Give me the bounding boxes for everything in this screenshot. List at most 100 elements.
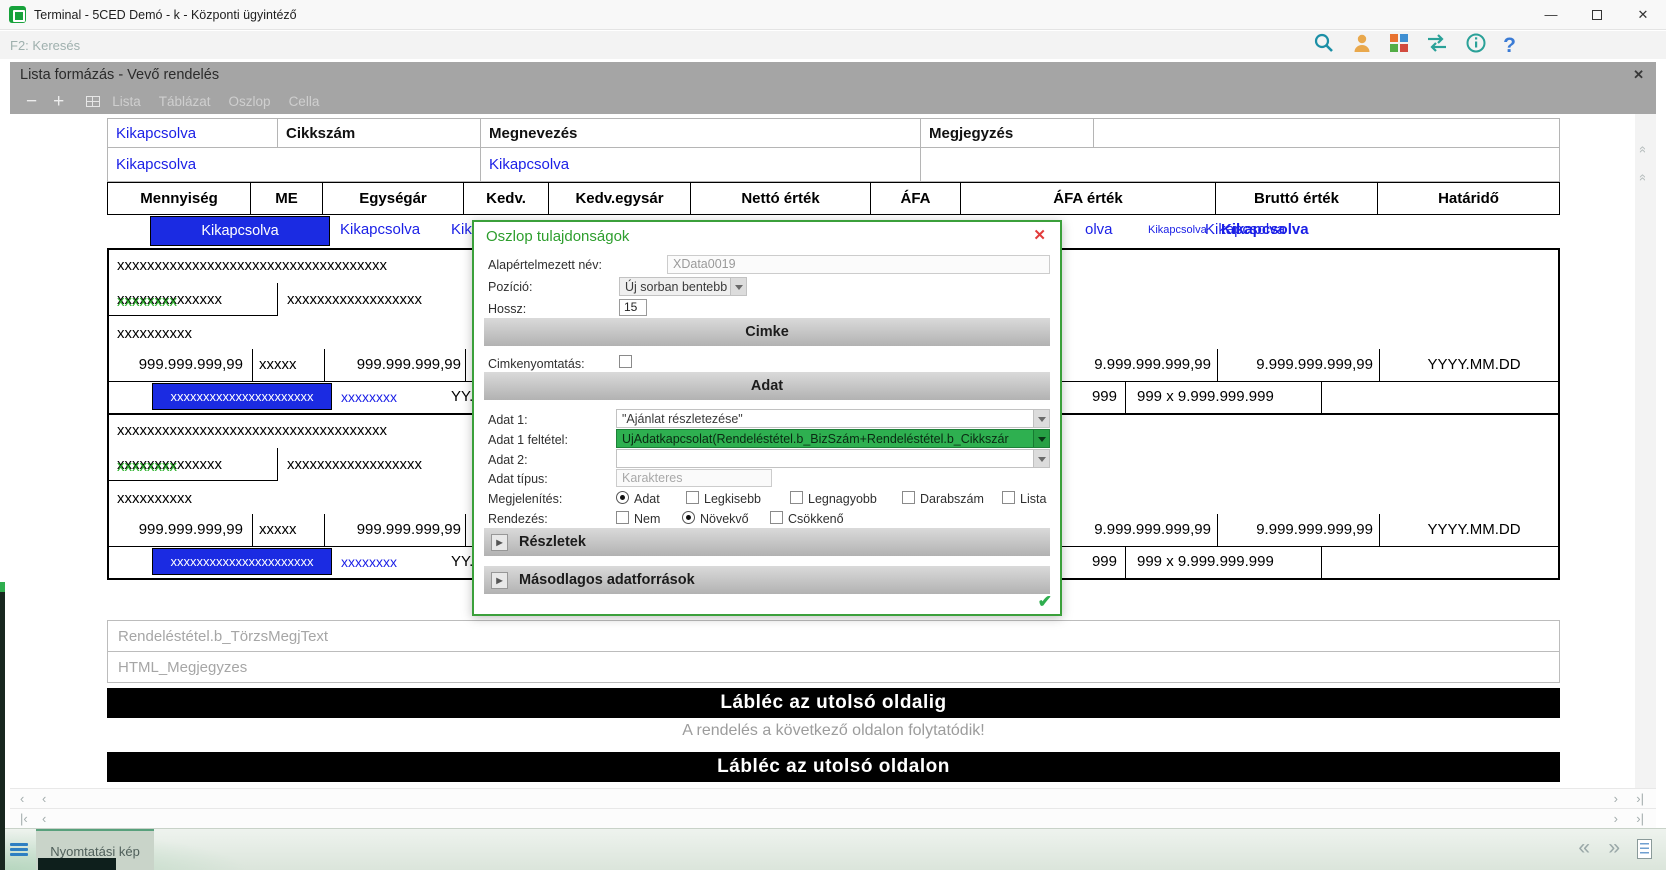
document-icon[interactable] bbox=[1637, 839, 1652, 859]
link-cell-cut[interactable]: olva bbox=[1085, 221, 1113, 238]
dialog-close-button[interactable]: ✕ bbox=[1033, 226, 1046, 244]
hamburger-menu-icon[interactable] bbox=[10, 843, 28, 857]
zoom-out-button[interactable]: − bbox=[26, 92, 37, 111]
pager-first-button[interactable]: |‹ bbox=[20, 811, 28, 826]
header-cell-empty[interactable] bbox=[921, 148, 1559, 181]
amount-cell[interactable]: 999.999.999,99 bbox=[331, 521, 461, 538]
selected-cell[interactable]: xxxxxxxxxxxxxxxxxxxxxx bbox=[152, 383, 332, 410]
label-print-checkbox[interactable] bbox=[619, 355, 632, 368]
header-cell-empty[interactable] bbox=[1094, 119, 1559, 147]
amount-cell-cut[interactable]: 999 bbox=[1087, 553, 1117, 570]
placeholder-text[interactable]: xxxxxxxxxxxxxxxxxx bbox=[287, 291, 422, 308]
data-type-input[interactable]: Karakteres bbox=[616, 469, 772, 487]
note-row[interactable]: Rendeléstétel.b_TörzsMegjText bbox=[107, 620, 1560, 652]
column-header[interactable]: Kedv.egysár bbox=[549, 183, 691, 214]
display-lista-checkbox[interactable] bbox=[1002, 491, 1015, 504]
page-forward-button[interactable]: » bbox=[1608, 836, 1620, 860]
apps-grid-icon[interactable] bbox=[1389, 33, 1409, 58]
data2-select[interactable] bbox=[616, 449, 1050, 468]
pack-cell[interactable]: 999 x 9.999.999.999 bbox=[1137, 388, 1274, 405]
column-header[interactable]: ME bbox=[251, 183, 323, 214]
header-cell[interactable]: Megnevezés bbox=[481, 119, 921, 147]
display-legkisebb-checkbox[interactable] bbox=[686, 491, 699, 504]
pager-prev-button[interactable]: ‹ bbox=[42, 791, 46, 806]
maximize-button[interactable] bbox=[1574, 0, 1620, 29]
footer-band[interactable]: Lábléc az utolsó oldalon bbox=[107, 752, 1560, 782]
amount-cell-cut[interactable]: 999 bbox=[1087, 388, 1117, 405]
placeholder-text-green[interactable]: xxxxxxxx bbox=[117, 458, 177, 475]
amount-cell[interactable]: 9.999.999.999,99 bbox=[1245, 521, 1373, 538]
link-cell[interactable]: Kikapcsolva bbox=[108, 119, 278, 147]
placeholder-text[interactable]: xxxxxxxxxx bbox=[117, 490, 192, 507]
sort-novekvo-radio[interactable] bbox=[682, 511, 695, 524]
selected-cell[interactable]: Kikapcsolva bbox=[150, 216, 330, 246]
header-cell[interactable]: Megjegyzés bbox=[921, 119, 1094, 147]
tab-cella[interactable]: Cella bbox=[289, 94, 320, 109]
link-cell-small[interactable]: Kikapcsolva bbox=[1148, 224, 1207, 236]
link-cell[interactable]: Kikapcsolva bbox=[481, 148, 921, 181]
position-select[interactable]: Új sorban bentebb bbox=[619, 277, 747, 296]
tab-oszlop[interactable]: Oszlop bbox=[229, 94, 271, 109]
placeholder-text[interactable]: xxxxxxxxxxxxxxxxxxxxxxxxxxxxxxxxxxxx bbox=[117, 422, 387, 439]
link-cell[interactable]: xxxxxxxx bbox=[341, 389, 397, 405]
help-icon[interactable]: ? bbox=[1503, 35, 1516, 56]
amount-cell[interactable]: 999.999.999,99 bbox=[331, 356, 461, 373]
panel-close-button[interactable]: ✕ bbox=[1633, 67, 1644, 83]
link-cell-overlap[interactable]: Kikapcsolva bbox=[1221, 221, 1309, 238]
column-header[interactable]: Bruttó érték bbox=[1216, 183, 1378, 214]
data1-select[interactable]: "Ajánlat részletezése" bbox=[616, 409, 1050, 428]
details-expander[interactable]: ▶ Részletek bbox=[484, 528, 1050, 556]
placeholder-text-green[interactable]: xxxxxxxx bbox=[117, 293, 177, 310]
amount-cell[interactable]: 999.999.999,99 bbox=[113, 356, 243, 373]
data1-condition-select[interactable]: UjAdatkapcsolat(Rendeléstétel.b_BizSzám+… bbox=[616, 429, 1050, 448]
placeholder-text[interactable]: xxxxxxxxxxxxxxxxxxxxxxxxxxxxxxxxxxxx bbox=[117, 257, 387, 274]
secondary-sources-expander[interactable]: ▶ Másodlagos adatforrások bbox=[484, 566, 1050, 594]
note-row[interactable]: HTML_Megjegyzes bbox=[107, 651, 1560, 683]
minimize-button[interactable]: — bbox=[1528, 0, 1574, 29]
header-cell[interactable]: Cikkszám bbox=[278, 119, 481, 147]
pager-next-button[interactable]: › bbox=[1614, 811, 1618, 826]
length-input[interactable]: 15 bbox=[619, 299, 647, 316]
column-header[interactable]: Mennyiség bbox=[108, 183, 251, 214]
tab-tablazat[interactable]: Táblázat bbox=[159, 94, 211, 109]
scroll-up-icon[interactable]: » bbox=[1634, 174, 1649, 181]
zoom-in-button[interactable]: + bbox=[53, 92, 64, 111]
column-header[interactable]: Kedv. bbox=[464, 183, 549, 214]
link-cell[interactable]: Kikapcsolva bbox=[108, 148, 481, 181]
chevron-down-icon[interactable] bbox=[1033, 450, 1049, 467]
link-cell[interactable]: xxxxxxxx bbox=[341, 554, 397, 570]
column-header[interactable]: Határidő bbox=[1378, 183, 1559, 214]
search-shortcut-label[interactable]: F2: Keresés bbox=[10, 38, 80, 53]
pager-prev-button[interactable]: ‹ bbox=[42, 811, 46, 826]
column-header[interactable]: Nettó érték bbox=[691, 183, 871, 214]
sort-nem-checkbox[interactable] bbox=[616, 511, 629, 524]
expander-arrow-icon[interactable]: ▶ bbox=[491, 534, 508, 551]
date-cell[interactable]: YYYY.MM.DD bbox=[1389, 521, 1559, 538]
display-adat-radio[interactable] bbox=[616, 491, 629, 504]
sort-csokkeno-checkbox[interactable] bbox=[770, 511, 783, 524]
continuation-band[interactable]: A rendelés a következő oldalon folytatód… bbox=[107, 722, 1560, 740]
pager-last-button[interactable]: ›| bbox=[1636, 791, 1644, 806]
display-darabszam-checkbox[interactable] bbox=[902, 491, 915, 504]
date-cell[interactable]: YYYY.MM.DD bbox=[1389, 356, 1559, 373]
placeholder-text[interactable]: xxxxxxxxxx bbox=[117, 325, 192, 342]
scroll-up-icon[interactable]: » bbox=[1634, 146, 1649, 153]
placeholder-text[interactable]: xxxxxxxxxxxxxxxxxx bbox=[287, 456, 422, 473]
vertical-scrollbar[interactable]: » » bbox=[1635, 114, 1656, 788]
chevron-down-icon[interactable] bbox=[1033, 410, 1049, 427]
dialog-confirm-button[interactable]: ✔ bbox=[1038, 592, 1052, 612]
display-legnagyobb-checkbox[interactable] bbox=[790, 491, 803, 504]
chevron-down-icon[interactable] bbox=[730, 278, 746, 295]
column-header[interactable]: Egységár bbox=[323, 183, 464, 214]
default-name-input[interactable]: XData0019 bbox=[667, 255, 1050, 274]
expander-arrow-icon[interactable]: ▶ bbox=[491, 572, 508, 589]
page-back-button[interactable]: « bbox=[1578, 836, 1590, 860]
column-header[interactable]: ÁFA bbox=[871, 183, 961, 214]
chevron-down-icon[interactable] bbox=[1033, 430, 1049, 447]
pager-prev-button[interactable]: ‹ bbox=[20, 791, 24, 806]
amount-cell[interactable]: 9.999.999.999,99 bbox=[1085, 356, 1211, 373]
link-cell[interactable]: Kikapcsolva bbox=[340, 221, 420, 238]
tab-lista[interactable]: Lista bbox=[112, 94, 141, 109]
placeholder-text[interactable]: xxxxx bbox=[259, 521, 297, 538]
info-icon[interactable] bbox=[1465, 32, 1487, 59]
